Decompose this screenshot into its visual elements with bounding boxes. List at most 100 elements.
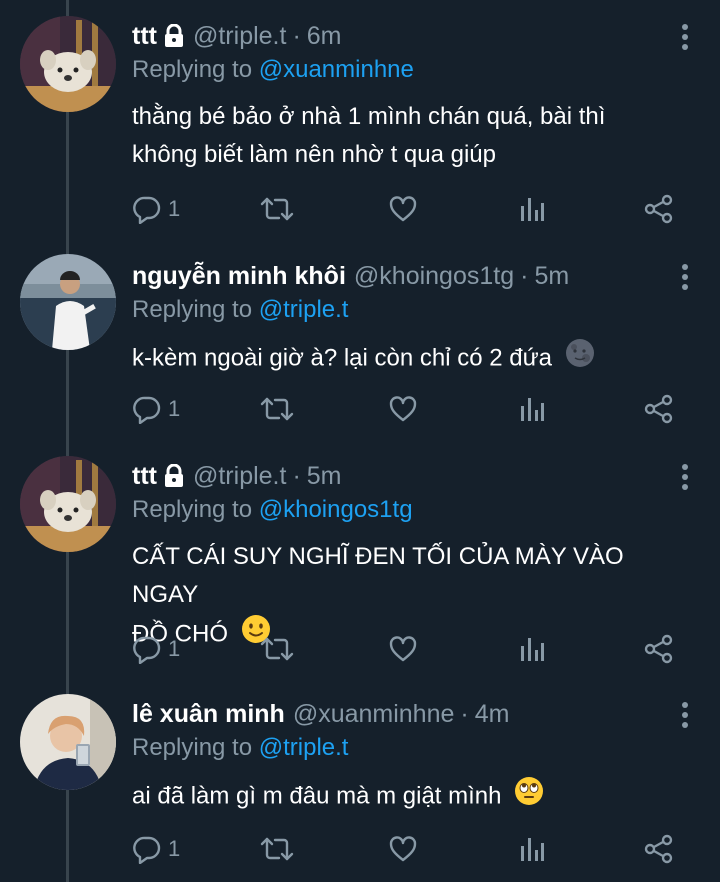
analytics-bars-icon <box>518 634 546 664</box>
replying-label: Replying to <box>132 496 253 523</box>
analytics-bars-icon <box>518 194 546 224</box>
analytics-button[interactable] <box>518 194 546 224</box>
tweet-text-line: ai đã làm gì m đâu mà m giật mình <box>132 776 692 818</box>
name-row: ttt @triple.t · 6m <box>132 16 342 56</box>
name-row: ttt @triple.t · 5m <box>132 456 342 496</box>
new-moon-face-emoji <box>565 338 595 380</box>
retweet-icon <box>260 634 294 664</box>
tweet[interactable]: ttt @triple.t · 6m Replying to @xuanminh… <box>0 0 720 240</box>
tweet-text: ai đã làm gì m đâu mà m giật mình <box>132 776 692 818</box>
tweet-text-content: ai đã làm gì m đâu mà m giật mình <box>132 782 502 810</box>
handle[interactable]: @triple.t <box>193 462 286 491</box>
reply-bubble-icon <box>132 834 162 864</box>
replying-to: Replying to @triple.t <box>132 734 348 762</box>
share-icon <box>644 194 674 224</box>
replying-label: Replying to <box>132 56 253 83</box>
like-button[interactable] <box>388 394 418 424</box>
like-button[interactable] <box>388 834 418 864</box>
retweet-button[interactable] <box>260 394 294 424</box>
like-button[interactable] <box>388 634 418 664</box>
analytics-bars-icon <box>518 834 546 864</box>
more-vertical-icon[interactable] <box>680 24 690 50</box>
replying-label: Replying to <box>132 734 253 761</box>
reply-count: 1 <box>168 836 181 861</box>
heart-icon <box>388 194 418 224</box>
tweet-text: k-kèm ngoài giờ à? lại còn chỉ có 2 đứa <box>132 338 692 380</box>
analytics-button[interactable] <box>518 394 546 424</box>
reply-count: 1 <box>168 396 181 421</box>
reply-button[interactable]: 1 <box>132 634 180 664</box>
replying-to-link[interactable]: @xuanminhne <box>259 56 414 83</box>
handle[interactable]: @xuanminhne <box>293 700 455 729</box>
tweet-text-line: không biết làm nên nhờ t qua giúp <box>132 141 496 168</box>
handle[interactable]: @triple.t <box>193 22 286 51</box>
like-button[interactable] <box>388 194 418 224</box>
display-name[interactable]: nguyễn minh khôi <box>132 262 346 291</box>
replying-to: Replying to @triple.t <box>132 296 348 324</box>
reply-bubble-icon <box>132 634 162 664</box>
timestamp[interactable]: 4m <box>475 700 510 729</box>
eye-roll-emoji <box>514 776 544 818</box>
heart-icon <box>388 834 418 864</box>
replying-to: Replying to @khoingos1tg <box>132 496 413 524</box>
display-name[interactable]: ttt <box>132 462 157 491</box>
analytics-bars-icon <box>518 394 546 424</box>
share-icon <box>644 634 674 664</box>
reply-button[interactable]: 1 <box>132 834 180 864</box>
share-icon <box>644 834 674 864</box>
avatar-dog-plush[interactable] <box>20 456 116 552</box>
tweet-text: thằng bé bảo ở nhà 1 mình chán quá, bài … <box>132 98 692 174</box>
replying-to-link[interactable]: @triple.t <box>259 734 349 761</box>
separator-dot: · <box>292 21 301 50</box>
share-button[interactable] <box>644 634 674 664</box>
retweet-button[interactable] <box>260 834 294 864</box>
reply-bubble-icon <box>132 194 162 224</box>
lock-icon <box>163 24 185 48</box>
display-name[interactable]: ttt <box>132 22 157 51</box>
retweet-button[interactable] <box>260 634 294 664</box>
reply-count: 1 <box>168 196 181 221</box>
heart-icon <box>388 394 418 424</box>
analytics-button[interactable] <box>518 834 546 864</box>
separator-dot: · <box>460 699 469 728</box>
tweet[interactable]: ttt @triple.t · 5m Replying to @khoingos… <box>0 456 720 698</box>
share-button[interactable] <box>644 194 674 224</box>
reply-button[interactable]: 1 <box>132 194 180 224</box>
tweet[interactable]: nguyễn minh khôi @khoingos1tg · 5m Reply… <box>0 240 720 478</box>
tweet-text-line: CẤT CÁI SUY NGHĨ ĐEN TỐI CỦA MÀY VÀO NGA… <box>132 543 624 608</box>
tweet-text-line: k-kèm ngoài giờ à? lại còn chỉ có 2 đứa <box>132 338 692 380</box>
analytics-button[interactable] <box>518 634 546 664</box>
tweet-text-content: k-kèm ngoài giờ à? lại còn chỉ có 2 đứa <box>132 344 553 372</box>
retweet-icon <box>260 394 294 424</box>
heart-icon <box>388 634 418 664</box>
avatar-selfie[interactable] <box>20 694 116 790</box>
separator-dot: · <box>292 461 301 490</box>
action-bar: 1 <box>132 834 692 864</box>
more-vertical-icon[interactable] <box>680 702 690 728</box>
replying-to-link[interactable]: @khoingos1tg <box>259 496 413 523</box>
retweet-icon <box>260 194 294 224</box>
more-vertical-icon[interactable] <box>680 264 690 290</box>
reply-count: 1 <box>168 636 181 661</box>
timestamp[interactable]: 6m <box>307 22 342 51</box>
share-button[interactable] <box>644 394 674 424</box>
lock-icon <box>163 464 185 488</box>
share-button[interactable] <box>644 834 674 864</box>
avatar-dog-plush[interactable] <box>20 16 116 112</box>
tweet-text-line: thằng bé bảo ở nhà 1 mình chán quá, bài … <box>132 103 606 130</box>
timestamp[interactable]: 5m <box>534 262 569 291</box>
avatar-person[interactable] <box>20 254 116 350</box>
retweet-button[interactable] <box>260 194 294 224</box>
tweet[interactable]: lê xuân minh @xuanminhne · 4m Replying t… <box>0 694 720 882</box>
retweet-icon <box>260 834 294 864</box>
separator-dot: · <box>520 261 529 290</box>
replying-to-link[interactable]: @triple.t <box>259 296 349 323</box>
display-name[interactable]: lê xuân minh <box>132 700 285 729</box>
handle[interactable]: @khoingos1tg <box>354 262 514 291</box>
share-icon <box>644 394 674 424</box>
timestamp[interactable]: 5m <box>307 462 342 491</box>
more-vertical-icon[interactable] <box>680 464 690 490</box>
reply-button[interactable]: 1 <box>132 394 180 424</box>
action-bar: 1 <box>132 634 692 664</box>
action-bar: 1 <box>132 194 692 224</box>
